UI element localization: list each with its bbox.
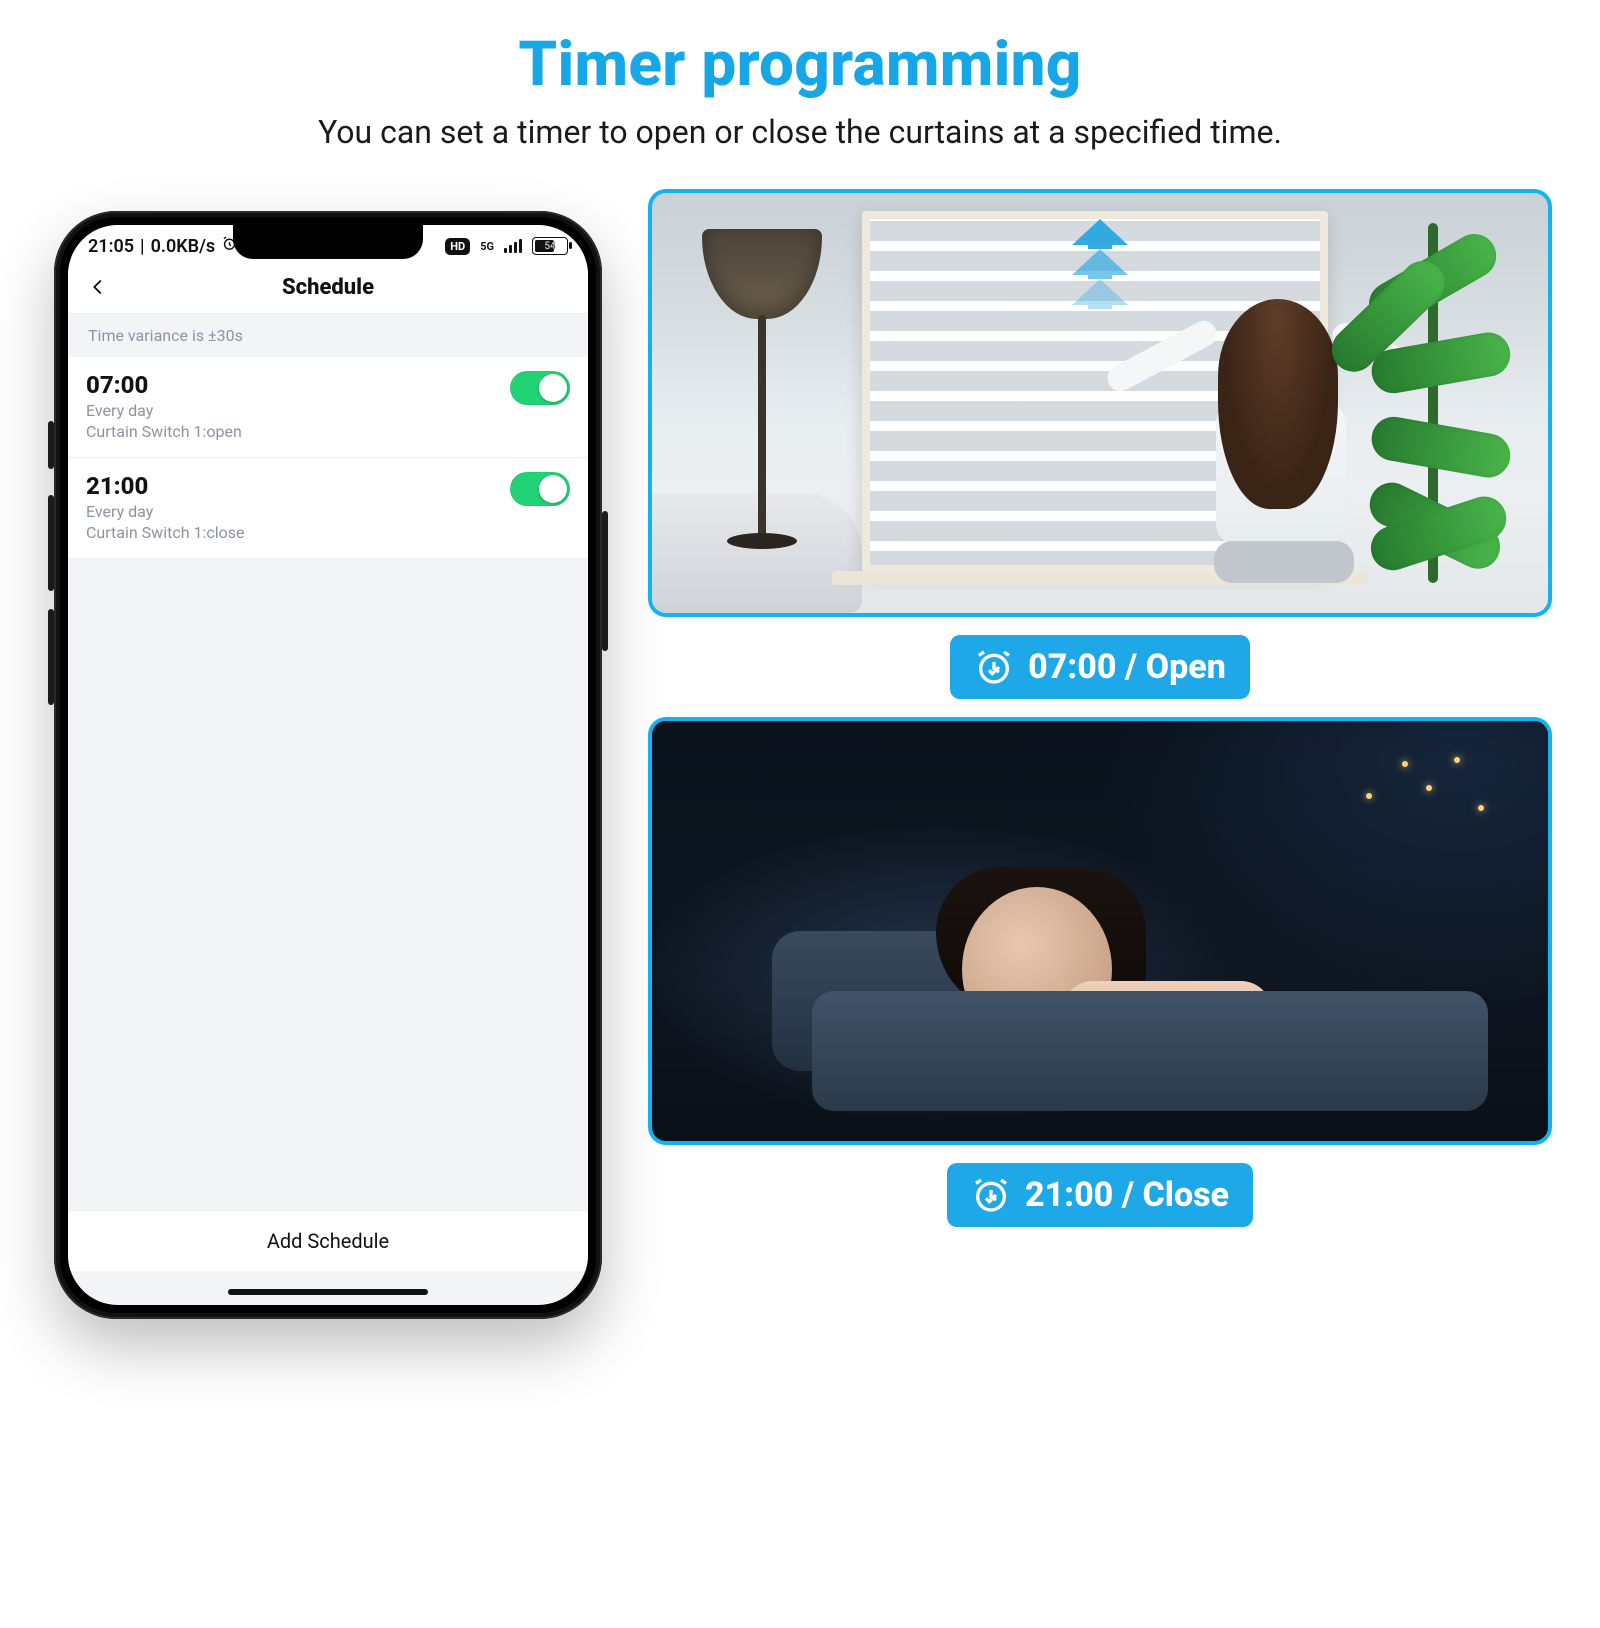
home-indicator[interactable]	[228, 1289, 428, 1295]
schedule-time: 07:00	[86, 371, 242, 399]
schedule-row[interactable]: 21:00 Every day Curtain Switch 1:close	[68, 458, 588, 559]
add-schedule-button[interactable]: Add Schedule	[68, 1210, 588, 1271]
status-separator: |	[140, 236, 145, 257]
schedule-action: Curtain Switch 1:open	[86, 422, 242, 441]
schedule-action: Curtain Switch 1:close	[86, 523, 244, 542]
open-time-label: 07:00 / Open	[1028, 647, 1226, 687]
status-time: 21:05	[88, 236, 134, 257]
phone-button-volume-down	[48, 609, 54, 705]
alarm-clock-icon	[971, 1175, 1011, 1215]
schedule-list: 07:00 Every day Curtain Switch 1:open 21…	[68, 357, 588, 559]
time-variance-notice: Time variance is ±30s	[68, 314, 588, 357]
close-time-label: 21:00 / Close	[1025, 1175, 1229, 1215]
screen-title: Schedule	[282, 275, 374, 300]
close-time-badge: 21:00 / Close	[947, 1163, 1253, 1227]
schedule-toggle[interactable]	[510, 371, 570, 405]
floor-lamp-icon	[672, 229, 832, 549]
schedule-row[interactable]: 07:00 Every day Curtain Switch 1:open	[68, 357, 588, 458]
signal-type: 5G	[480, 240, 494, 253]
open-time-badge: 07:00 / Open	[950, 635, 1250, 699]
phone-frame: 21:05 | 0.0KB/s HD 5G	[54, 211, 602, 1319]
schedule-time: 21:00	[86, 472, 244, 500]
schedule-repeat: Every day	[86, 401, 242, 420]
page-subtitle: You can set a timer to open or close the…	[40, 113, 1560, 151]
signal-bars-icon	[504, 239, 522, 253]
hd-badge: HD	[445, 238, 470, 255]
scene-night	[648, 717, 1552, 1145]
plant-icon	[1332, 233, 1552, 613]
battery-icon: 54	[532, 237, 568, 255]
scene-morning	[648, 189, 1552, 617]
phone-screen: 21:05 | 0.0KB/s HD 5G	[68, 225, 588, 1305]
chevron-left-icon	[87, 276, 109, 298]
schedule-toggle[interactable]	[510, 472, 570, 506]
alarm-clock-icon	[974, 647, 1014, 687]
back-button[interactable]	[78, 267, 118, 307]
battery-percent: 54	[533, 241, 567, 252]
app-bar: Schedule	[68, 261, 588, 314]
phone-button-silence	[48, 421, 54, 469]
status-net-speed: 0.0KB/s	[151, 236, 216, 257]
page-title: Timer programming	[0, 28, 1600, 101]
phone-notch	[233, 225, 423, 259]
phone-button-power	[602, 511, 608, 651]
phone-button-volume-up	[48, 495, 54, 591]
schedule-repeat: Every day	[86, 502, 244, 521]
person-sleeping-icon	[772, 861, 1488, 1111]
arrow-up-icon	[1068, 219, 1132, 309]
